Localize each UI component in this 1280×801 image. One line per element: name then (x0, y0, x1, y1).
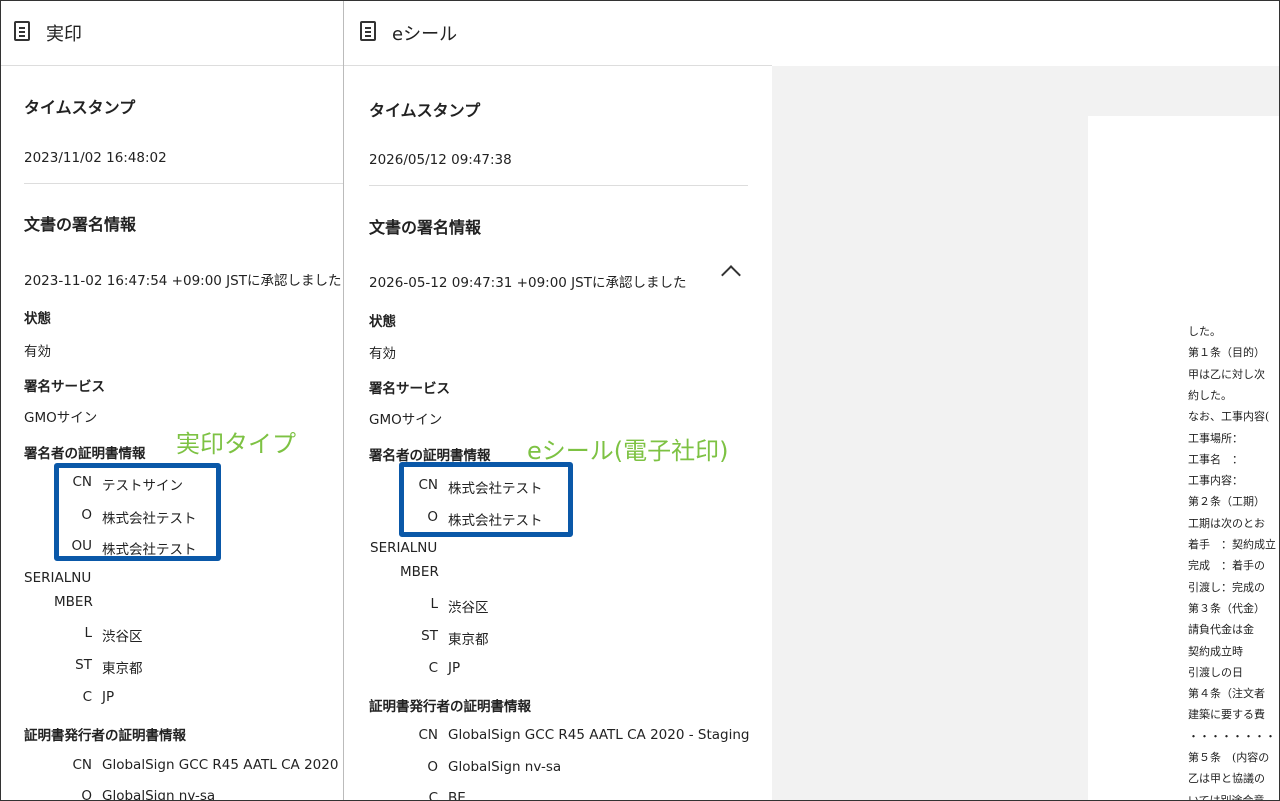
screenshot-frame (0, 0, 1280, 801)
